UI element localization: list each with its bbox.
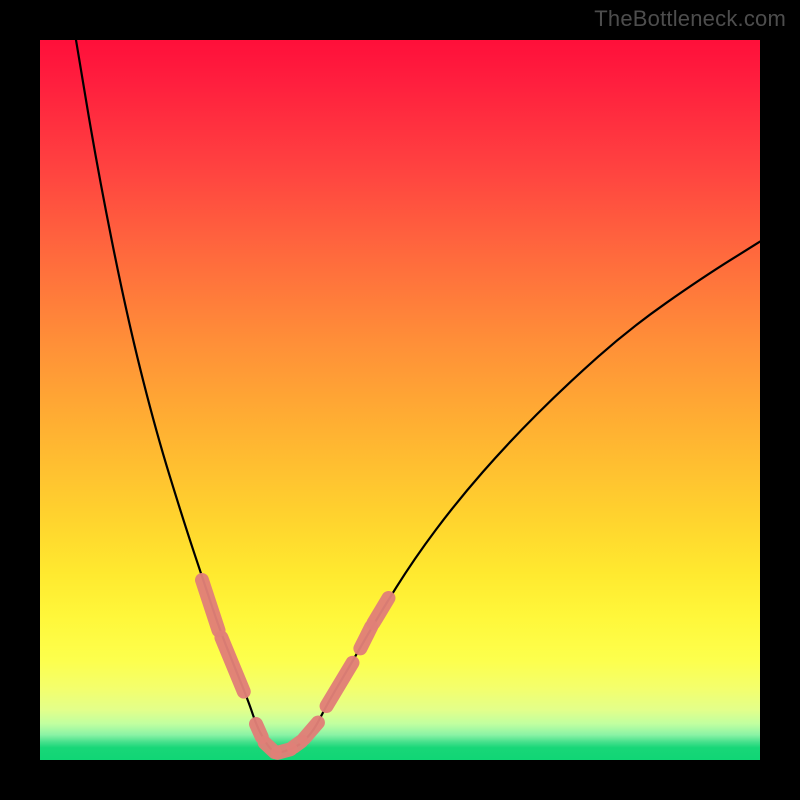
marker-segment bbox=[256, 724, 262, 737]
marker-segment bbox=[327, 663, 353, 706]
curve-svg bbox=[40, 40, 760, 760]
marker-group bbox=[202, 580, 388, 753]
curve-group bbox=[76, 40, 760, 752]
bottleneck-curve bbox=[76, 40, 760, 752]
watermark-text: TheBottleneck.com bbox=[594, 6, 786, 32]
marker-segment bbox=[373, 598, 388, 623]
marker-segment bbox=[221, 638, 243, 692]
plot-area bbox=[40, 40, 760, 760]
marker-segment bbox=[304, 723, 318, 739]
marker-segment bbox=[360, 627, 371, 649]
marker-segment bbox=[202, 580, 219, 630]
chart-frame: TheBottleneck.com bbox=[0, 0, 800, 800]
